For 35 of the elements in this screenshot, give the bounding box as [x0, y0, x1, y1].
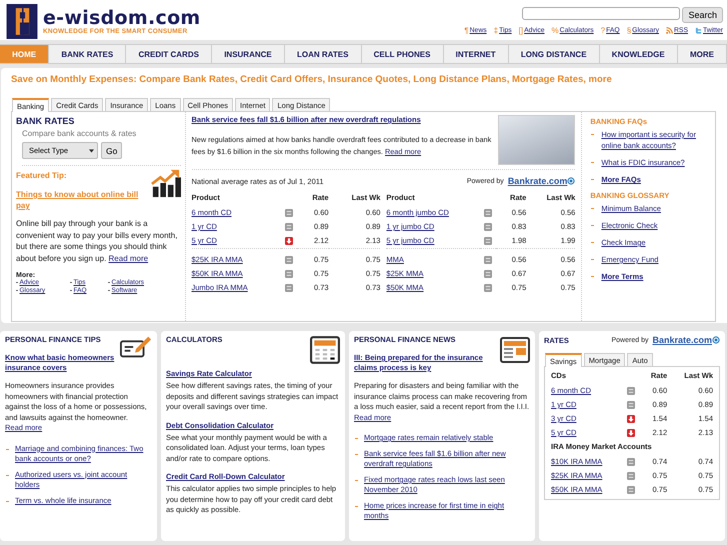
search-field[interactable] [522, 7, 680, 20]
section-title: BANK RATES [16, 116, 76, 126]
go-button[interactable]: Go [101, 142, 122, 159]
nav-tab[interactable]: INTERNET [444, 45, 509, 63]
nav-tab[interactable]: LONG DISTANCE [508, 45, 600, 63]
nav-tab[interactable]: CELL PHONES [362, 45, 444, 63]
subtitle: Compare bank accounts & rates [22, 129, 138, 138]
tip-text: Online bill pay through your bank is a convenient way to pay your bills every month, but there are some things you should think about before you sign up. Read more [16, 218, 178, 264]
link-symbol: % [552, 26, 559, 35]
read-more-link[interactable]: Read more [108, 254, 148, 262]
nav-tab[interactable]: INSURANCE [212, 45, 285, 63]
pencil-note-icon [120, 335, 152, 359]
calculator-icon [310, 335, 340, 365]
nav-tab[interactable]: CREDIT CARDS [126, 45, 212, 63]
nav-tab[interactable]: KNOWLEDGE [600, 45, 678, 63]
caret-icon [89, 148, 94, 152]
bankrate-logo[interactable]: Bankrate.com [508, 176, 576, 186]
link-symbol: [] [518, 26, 524, 35]
search-button[interactable]: Search [682, 7, 723, 23]
link-symbol: § [626, 26, 632, 35]
headline: Save on Monthly Expenses: Compare Bank Rates, Credit Card Offers, Insurance Quotes, Long Distance Plans, Mortgage Rates, more [11, 74, 613, 85]
newspaper-icon [500, 335, 530, 365]
nav-tab[interactable]: MORE [678, 45, 727, 63]
link-symbol: ¶ [464, 26, 469, 35]
rising-chart-icon [150, 168, 180, 198]
site-name[interactable]: e-wisdom.com [43, 8, 201, 28]
bankrate-logo[interactable]: Bankrate.com [652, 335, 720, 345]
nav-tab[interactable]: LOAN RATES [284, 45, 362, 63]
link-symbol: ? [600, 26, 606, 35]
rss-icon [666, 27, 673, 34]
bird-icon [694, 27, 702, 34]
featured-tip-heading: Featured Tip: [16, 171, 68, 180]
logo-icon[interactable] [6, 4, 38, 38]
link-symbol: ‡ [494, 26, 498, 35]
nav-tab[interactable]: BANK RATES [49, 45, 126, 63]
